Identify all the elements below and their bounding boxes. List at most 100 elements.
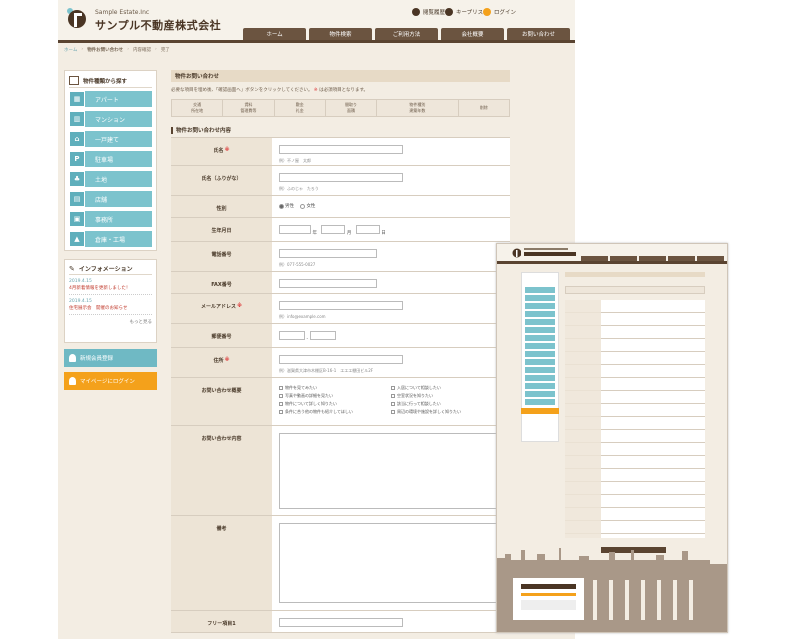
name-input[interactable] — [279, 145, 403, 154]
new-member-button[interactable]: 新規会員登録 — [64, 349, 157, 367]
gender-female-radio[interactable]: 女性 — [300, 203, 315, 209]
summary-col: 物件種別 建築年数 — [377, 100, 459, 116]
crumb-complete: 完了 — [160, 48, 170, 53]
sidebar-item-house[interactable]: ⌂ 一戸建て — [69, 131, 152, 147]
remarks-textarea[interactable] — [279, 523, 499, 603]
form-row-gender: 性別 男性 女性 — [171, 196, 510, 218]
inquiry-body-textarea[interactable] — [279, 433, 499, 509]
info-date: 2019.4.15 — [69, 299, 92, 304]
sidebar-item-land[interactable]: ♣ 土地 — [69, 171, 152, 187]
history-link[interactable]: 閲覧履歴 — [412, 8, 445, 16]
free1-input[interactable] — [279, 618, 403, 627]
inquiry-form: 氏名 ※ 例）不ノ屋 太郎 氏名（ふりがな） 例）ふのじゃ たろう 性別 男性 女… — [171, 137, 510, 633]
form-row-inquiry-type: お問い合わせ概要 物件を見てみたい 入居について相談したい 写真や動画の詳細を見… — [171, 378, 510, 426]
sidebar-item-factory[interactable]: ▲ 倉庫・工場 — [69, 231, 152, 247]
mypage-login-label: マイページにログイン — [80, 379, 135, 385]
birth-day-input[interactable] — [355, 225, 380, 234]
thumb-summary-table — [565, 286, 705, 294]
field-cell — [272, 426, 510, 515]
birth-year-input[interactable] — [279, 225, 311, 234]
inquiry-checkbox[interactable]: 条件に合う他の物件も紹介してほしい — [279, 409, 391, 415]
info-link[interactable]: 住宅展示会 開催のお知らせ — [69, 305, 152, 315]
page-title: 物件お問い合わせ — [171, 70, 510, 82]
inquiry-checkbox[interactable]: 物件について詳しく知りたい — [279, 401, 391, 407]
birth-month-input[interactable] — [321, 225, 346, 234]
logo-japanese[interactable]: サンプル不動産株式会社 — [95, 17, 221, 33]
parking-icon: P — [69, 151, 85, 167]
inquiry-checkbox[interactable]: 写真や動画の詳細を見たい — [279, 393, 391, 399]
field-example: 例）ふのじゃ たろう — [279, 186, 319, 191]
form-notice: 必要な項目を埋め後、「確認画面へ」ボタンをクリックしてください。 ※ は必須項目… — [171, 87, 510, 93]
nav-company[interactable]: 会社概要 — [441, 28, 504, 40]
logo-icon[interactable] — [64, 5, 88, 31]
property-type-box: 物件種類から探す ▦ アパート ▥ マンション ⌂ 一戸建て P 駐車場 ♣ 土地 ▤ 店舗… — [64, 70, 157, 251]
nav-contact[interactable]: お問い合わせ — [507, 28, 570, 40]
inquiry-checkbox[interactable]: 物件を見てみたい — [279, 385, 391, 391]
form-row-remarks: 備考 — [171, 516, 510, 611]
login-link[interactable]: ログイン — [483, 8, 516, 16]
thumb-skyline-icon — [497, 548, 710, 566]
sidebar-item-parking[interactable]: P 駐車場 — [69, 151, 152, 167]
sidebar-item-label: 事務所 — [85, 211, 152, 227]
form-row-kana: 氏名（ふりがな） 例）ふのじゃ たろう — [171, 166, 510, 196]
form-row-inquiry-body: お問い合わせ内容 — [171, 426, 510, 516]
inquiry-checkbox[interactable]: 空室状況を知りたい — [391, 393, 503, 399]
nav-search[interactable]: 物件検索 — [309, 28, 372, 40]
field-cell: 例）滋賀県大津市木棚区B-16-1 エエエ棚田ビル2F — [272, 348, 510, 377]
field-label: お問い合わせ概要 — [171, 378, 272, 425]
store-icon: ▤ — [69, 191, 85, 207]
fax-input[interactable] — [279, 279, 377, 288]
sidebar-item-label: 土地 — [85, 171, 152, 187]
gender-male-radio[interactable]: 男性 — [279, 203, 294, 209]
summary-col: 敷金 礼金 — [275, 100, 326, 116]
tel-input[interactable] — [279, 249, 377, 258]
field-label: 郵便番号 — [171, 324, 272, 347]
sidebar-item-apartment[interactable]: ▦ アパート — [69, 91, 152, 107]
sidebar: 物件種類から探す ▦ アパート ▥ マンション ⌂ 一戸建て P 駐車場 ♣ 土地 ▤ 店舗… — [64, 70, 157, 390]
summary-delete-col[interactable]: 削除 — [459, 100, 509, 116]
form-row-birth: 生年月日 年 月 日 — [171, 218, 510, 242]
zip1-input[interactable] — [279, 331, 305, 340]
nav-home[interactable]: ホーム — [243, 28, 306, 40]
mypage-login-button[interactable]: マイページにログイン — [64, 372, 157, 390]
crumb-confirm: 内容確認 — [133, 48, 151, 53]
history-icon — [412, 8, 420, 16]
form-section-title: 物件お問い合わせ内容 — [171, 126, 510, 134]
field-label: 住所 ※ — [171, 348, 272, 377]
nav-usage[interactable]: ご利用方法 — [375, 28, 438, 40]
field-cell: 例）info@example.com — [272, 294, 510, 323]
site-header: Sample Estate.Inc サンプル不動産株式会社 閲覧履歴 キープリス… — [58, 0, 575, 40]
field-cell: 例）077-555-0027 — [272, 242, 510, 271]
sidebar-item-store[interactable]: ▤ 店舗 — [69, 191, 152, 207]
field-label: お問い合わせ内容 — [171, 426, 272, 515]
form-row-fax: FAX番号 — [171, 272, 510, 294]
property-type-title: 物件種類から探す — [69, 74, 152, 88]
sidebar-item-office[interactable]: ▣ 事務所 — [69, 211, 152, 227]
crumb-home[interactable]: ホーム — [64, 47, 77, 53]
address-input[interactable] — [279, 355, 403, 364]
email-input[interactable] — [279, 301, 403, 310]
notice-required-mark: ※ — [313, 88, 318, 93]
form-row-name: 氏名 ※ 例）不ノ屋 太郎 — [171, 138, 510, 166]
lock-icon — [69, 377, 76, 385]
history-label: 閲覧履歴 — [423, 10, 446, 16]
inquiry-checkbox[interactable]: 該当に行って相談したい — [391, 401, 503, 407]
sidebar-item-mansion[interactable]: ▥ マンション — [69, 111, 152, 127]
info-date: 2019.4.15 — [69, 279, 92, 284]
field-example: 例）077-555-0027 — [279, 262, 316, 267]
pencil-icon: ✎ — [69, 264, 75, 273]
notice-text: 必要な項目を埋め後、「確認画面へ」ボタンをクリックしてください。 — [171, 88, 313, 93]
form-row-email: メールアドレス ※ 例）info@example.com — [171, 294, 510, 324]
kana-input[interactable] — [279, 173, 403, 182]
zip2-input[interactable] — [309, 331, 336, 340]
field-cell: 男性 女性 — [272, 196, 510, 217]
inquiry-checkbox[interactable]: 周辺の環境や施設を詳しく知りたい — [391, 409, 503, 415]
field-label: 生年月日 — [171, 218, 272, 241]
inquiry-checkbox[interactable]: 入居について相談したい — [391, 385, 503, 391]
title-bar-icon — [171, 126, 173, 134]
sidebar-item-label: 駐車場 — [85, 151, 152, 167]
thumb-content — [497, 268, 727, 568]
info-link[interactable]: 4月新着情報を更新しました！ — [69, 285, 152, 295]
form-row-zip: 郵便番号 - — [171, 324, 510, 348]
info-more-link[interactable]: もっと見る — [69, 319, 153, 325]
